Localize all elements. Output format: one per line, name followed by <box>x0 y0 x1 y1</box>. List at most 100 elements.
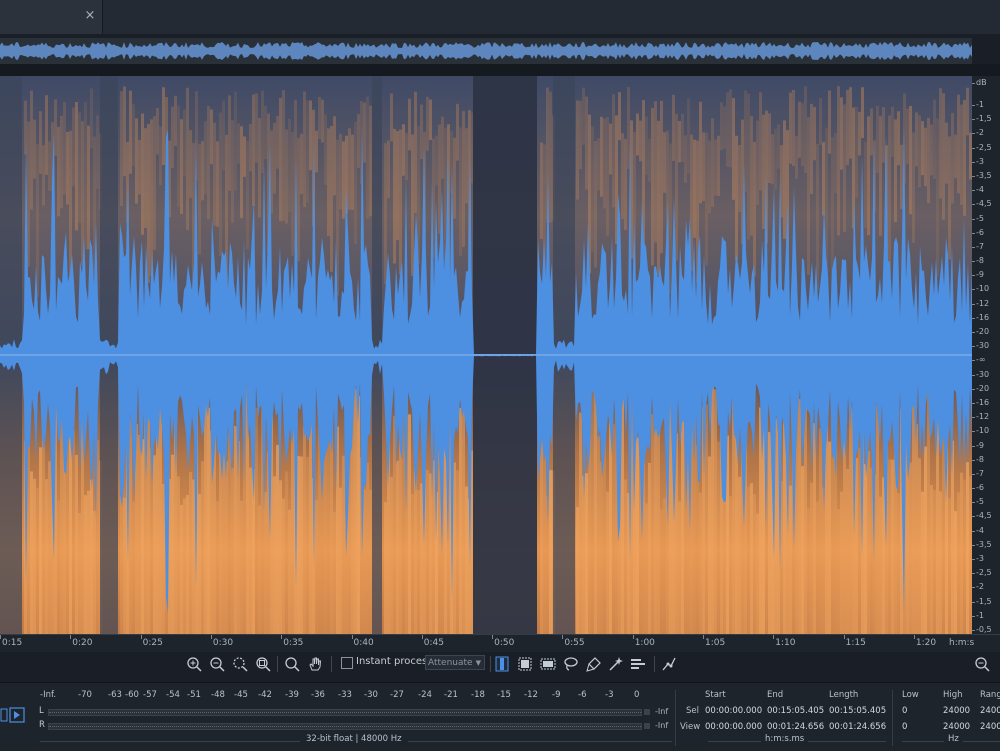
view-low-value[interactable]: 0 <box>902 722 907 732</box>
channel-left-label: L <box>39 706 44 716</box>
db-tick: -6 <box>972 483 984 493</box>
db-tick: -3,5 <box>972 539 992 549</box>
zoom-selection-icon[interactable] <box>231 654 249 674</box>
hand-icon[interactable] <box>306 654 324 674</box>
time-tick <box>843 635 845 639</box>
panel-divider <box>675 690 676 746</box>
time-tick <box>70 635 72 639</box>
magic-wand-icon[interactable] <box>607 654 625 674</box>
harmonic-selection-icon[interactable] <box>629 654 647 674</box>
time-label: 0:40 <box>353 638 374 648</box>
sel-range-value[interactable]: 2400 <box>980 706 1000 716</box>
spectrogram-display[interactable] <box>0 76 972 634</box>
zoom-icon[interactable] <box>973 654 991 674</box>
clip-indicator-left[interactable] <box>644 709 650 715</box>
db-tick: -7 <box>972 241 984 251</box>
db-tick: -12 <box>971 298 990 308</box>
meter-scale-label: -33 <box>338 690 352 700</box>
view-high-value[interactable]: 24000 <box>943 722 970 732</box>
frequency-selection-icon[interactable] <box>516 654 534 674</box>
envelope-icon[interactable] <box>660 654 678 674</box>
level-meter-right <box>48 723 642 730</box>
time-selection-icon[interactable] <box>493 654 511 674</box>
meter-scale-label: 0 <box>634 690 640 700</box>
time-tick <box>492 635 494 639</box>
meter-scale-label: -51 <box>187 690 201 700</box>
meter-scale-label: -70 <box>78 690 92 700</box>
db-tick: -3 <box>972 554 984 564</box>
zoom-out-icon[interactable] <box>208 654 226 674</box>
time-label: 0:35 <box>283 638 304 648</box>
time-label: 0:30 <box>212 638 234 648</box>
db-tick: -7 <box>972 468 984 478</box>
db-tick: -4,5 <box>972 199 992 209</box>
process-mode-value: Attenuate <box>428 658 473 668</box>
time-format-label: h:m:s.ms <box>761 734 809 744</box>
zoom-in-icon[interactable] <box>185 654 203 674</box>
low-header: Low <box>902 690 919 700</box>
time-tick <box>351 635 353 639</box>
db-tick: -9 <box>972 440 984 450</box>
db-tick: -20 <box>971 383 990 393</box>
magnifier-icon[interactable] <box>283 654 301 674</box>
meter-scale-label: -3 <box>605 690 614 700</box>
time-label: 1:20 <box>915 638 937 648</box>
brush-icon[interactable] <box>585 654 603 674</box>
db-scale: dB -1 -1,5 -2 -2,5 -3 -3,5 -4 -4,5 -5 -6 -7 -8 -9 -10… <box>971 76 1000 634</box>
tab-close-icon[interactable]: × <box>84 9 96 23</box>
sel-length-value[interactable]: 00:15:05.405 <box>829 706 886 716</box>
chevron-down-icon: ▼ <box>475 659 481 667</box>
db-tick: -10 <box>971 284 990 294</box>
sel-row-label: Sel <box>686 706 699 716</box>
db-tick: -3 <box>972 156 984 166</box>
view-range-value[interactable]: 2400 <box>980 722 1000 732</box>
time-tick <box>913 635 915 639</box>
instant-process-label: Instant process <box>356 656 433 667</box>
time-label: 1:00 <box>634 638 655 648</box>
audio-format-label: 32-bit float | 48000 Hz <box>300 734 408 744</box>
meter-scale-label: -48 <box>211 690 225 700</box>
clip-indicator-right[interactable] <box>644 723 650 729</box>
meter-scale-label: -24 <box>418 690 432 700</box>
time-label: 0:50 <box>494 638 515 648</box>
db-tick: -4 <box>972 185 984 195</box>
meter-scale-label: -9 <box>552 690 561 700</box>
overview-waveform <box>0 38 972 64</box>
db-tick: -16 <box>971 312 990 322</box>
db-tick: -∞ <box>972 355 986 365</box>
zoom-full-icon[interactable] <box>254 654 272 674</box>
lasso-icon[interactable] <box>562 654 580 674</box>
tab-bar <box>0 0 1000 34</box>
view-start-value[interactable]: 00:00:00.000 <box>705 722 762 732</box>
db-tick: -1,5 <box>972 114 992 124</box>
db-tick: -16 <box>971 397 990 407</box>
sel-start-value[interactable]: 00:00:00.000 <box>705 706 762 716</box>
db-tick: -1 <box>972 610 984 620</box>
meter-scale-label: -15 <box>497 690 511 700</box>
time-label: 0:20 <box>72 638 93 648</box>
time-frequency-selection-icon[interactable] <box>539 654 557 674</box>
sel-end-value[interactable]: 00:15:05.405 <box>767 706 824 716</box>
process-mode-select[interactable]: Attenuate ▼ <box>425 655 485 670</box>
peak-value-left: -Inf <box>655 707 669 716</box>
freq-unit-label: Hz <box>944 734 963 744</box>
toolbar-separator <box>654 656 655 672</box>
view-end-value[interactable]: 00:01:24.656 <box>767 722 824 732</box>
time-label: 1:05 <box>705 638 726 648</box>
meter-scale-label: -21 <box>444 690 458 700</box>
db-tick: -2,5 <box>972 568 992 578</box>
overview-divider <box>0 64 1000 76</box>
waveform-overview[interactable] <box>0 38 972 64</box>
toolbar-separator <box>331 656 332 672</box>
db-tick: -2 <box>972 128 984 138</box>
instant-process-checkbox[interactable] <box>341 657 353 669</box>
meter-scale-label: -12 <box>524 690 538 700</box>
sel-low-value[interactable]: 0 <box>902 706 907 716</box>
view-length-value[interactable]: 00:01:24.656 <box>829 722 886 732</box>
time-tick <box>703 635 704 639</box>
time-ruler[interactable]: 0:15 0:20 0:25 0:30 0:35 0:40 0:45 0:50 0:55 1:00… <box>0 634 1000 653</box>
time-label: 0:15 <box>2 638 23 648</box>
time-label: 0:45 <box>423 638 445 648</box>
sel-high-value[interactable]: 24000 <box>943 706 970 716</box>
loop-playback-icon[interactable] <box>0 706 26 724</box>
